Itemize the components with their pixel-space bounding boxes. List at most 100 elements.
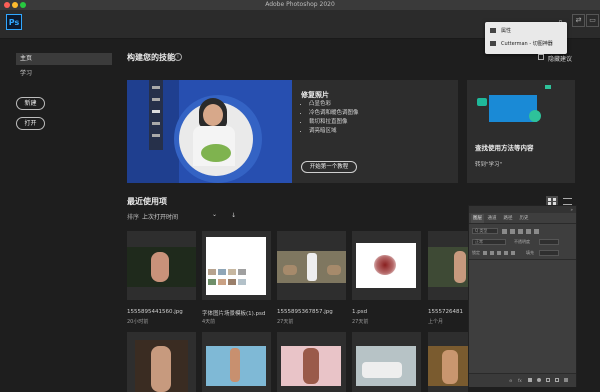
- fill-label: 填充: [526, 250, 534, 255]
- skills-title: 构建您的技能: [127, 53, 175, 62]
- tutorial-bullets: 凸显色彩 冷色调和暖色调图像 裁切和拉直图像 调亮暗区域: [297, 100, 359, 136]
- file-thumbnail[interactable]: [428, 231, 468, 300]
- file-modified: 上个月: [428, 319, 444, 325]
- file-modified: 27天前: [352, 319, 369, 325]
- link-layers-icon[interactable]: ⊖: [509, 378, 512, 383]
- panel-header[interactable]: »: [469, 206, 576, 213]
- sidebar-item-home[interactable]: 主页: [16, 53, 112, 65]
- cutterman-icon: [490, 41, 496, 46]
- layer-filter-input[interactable]: Q 类型: [472, 228, 498, 234]
- filter-adjust-icon[interactable]: [510, 229, 515, 234]
- tutorial-hero-image: [127, 80, 292, 183]
- filter-pixel-icon[interactable]: [502, 229, 507, 234]
- hero-person-face: [203, 104, 223, 126]
- file-name[interactable]: 字体图片场景模板(1).psd: [202, 309, 272, 317]
- panel-popup-menu: 属性 Cutterman - 切图神器: [485, 22, 567, 54]
- thumbnail-image: [206, 237, 266, 295]
- file-name[interactable]: 1555895367857.jpg: [277, 309, 347, 315]
- lock-artboard-icon[interactable]: [504, 251, 508, 255]
- arrange-icon[interactable]: ⇄: [572, 14, 585, 27]
- panel-collapse-icon[interactable]: »: [571, 207, 573, 212]
- mask-icon[interactable]: [528, 378, 532, 382]
- lock-pixels-icon[interactable]: [483, 251, 487, 255]
- fill-input[interactable]: [539, 250, 559, 256]
- sort-select[interactable]: 上次打开时间: [142, 212, 178, 221]
- file-name[interactable]: 1.psd: [352, 309, 422, 315]
- file-thumbnail[interactable]: [428, 332, 468, 392]
- info-icon[interactable]: i: [174, 53, 182, 61]
- tool-icon: [152, 110, 160, 113]
- learn-check-icon: [529, 110, 541, 122]
- sort-direction-button[interactable]: ↓: [231, 212, 236, 219]
- opacity-label: 不透明度: [514, 239, 530, 244]
- thumbnail-blur-shape: [374, 255, 396, 275]
- file-name[interactable]: 1555726481: [428, 309, 468, 315]
- thumbnail-subject: [442, 350, 458, 384]
- popup-item-properties[interactable]: 属性: [501, 27, 511, 34]
- lock-all-icon[interactable]: [511, 251, 515, 255]
- file-thumbnail[interactable]: [127, 332, 196, 392]
- tab-layers[interactable]: 图层: [471, 214, 484, 223]
- workspace-icon[interactable]: ▭: [586, 14, 599, 27]
- tool-icon: [152, 122, 160, 125]
- file-modified: 20小时前: [127, 319, 149, 325]
- lock-paint-icon[interactable]: [490, 251, 494, 255]
- photoshop-logo[interactable]: Ps: [6, 14, 22, 30]
- thumbnail-horse: [283, 265, 297, 275]
- lock-position-icon[interactable]: [497, 251, 501, 255]
- tool-strip: [149, 80, 163, 150]
- thumbnail-subject: [230, 348, 240, 382]
- learn-illustration-shape: [477, 98, 487, 106]
- opacity-input[interactable]: [539, 239, 559, 245]
- filter-shape-icon[interactable]: [526, 229, 531, 234]
- sidebar-item-learn[interactable]: 学习: [16, 68, 112, 80]
- thumbnail-tile: [208, 269, 216, 275]
- filter-type-icon[interactable]: [518, 229, 523, 234]
- panel-footer: ⊖ fx: [469, 373, 576, 387]
- go-to-learn-link[interactable]: 转到"学习": [475, 160, 502, 168]
- thumbnail-subject: [303, 348, 319, 384]
- tutorial-bullet: 冷色调和暖色调图像: [309, 109, 359, 118]
- file-thumbnail[interactable]: [352, 231, 421, 300]
- blend-mode-select[interactable]: 正常: [472, 239, 506, 245]
- tutorial-card[interactable]: 修复照片 凸显色彩 冷色调和暖色调图像 裁切和拉直图像 调亮暗区域 开始第一个教…: [127, 80, 458, 183]
- list-view-icon[interactable]: [563, 198, 572, 205]
- tool-icon: [152, 134, 160, 137]
- learn-card[interactable]: 查找使用方法等内容 转到"学习": [467, 80, 575, 183]
- file-thumbnail[interactable]: [352, 332, 421, 392]
- thumbnail-tile: [228, 269, 236, 275]
- tab-channels[interactable]: 通道: [485, 214, 499, 223]
- thumbnail-tile: [228, 279, 236, 285]
- file-thumbnail[interactable]: [202, 231, 271, 300]
- start-tutorial-button[interactable]: 开始第一个教程: [301, 161, 357, 173]
- file-name[interactable]: 1555895441560.jpg: [127, 309, 197, 315]
- file-thumbnail[interactable]: [277, 332, 346, 392]
- file-thumbnail[interactable]: [277, 231, 346, 300]
- adjustment-icon[interactable]: [537, 378, 541, 382]
- thumbnail-subject: [151, 346, 171, 392]
- open-button[interactable]: 打开: [16, 117, 45, 130]
- filter-smart-icon[interactable]: [534, 229, 539, 234]
- tutorial-bullet: 调亮暗区域: [309, 127, 359, 136]
- file-thumbnail[interactable]: [202, 332, 271, 392]
- thumbnail-horse: [327, 265, 341, 275]
- file-thumbnail[interactable]: [127, 231, 196, 300]
- chevron-down-icon[interactable]: ⌄: [212, 211, 217, 218]
- popup-item-cutterman[interactable]: Cutterman - 切图神器: [501, 40, 553, 47]
- trash-icon[interactable]: [564, 378, 568, 382]
- layers-panel[interactable]: » 图层 通道 路径 历史 Q 类型 正常 不透明度 锁定 填充 ⊖ fx: [468, 205, 577, 387]
- hide-suggestions-link[interactable]: 隐藏建议: [548, 54, 572, 63]
- thumbnail-subject: [151, 252, 169, 282]
- thumbnail-tile: [218, 269, 226, 275]
- recent-title: 最近使用项: [127, 197, 167, 206]
- tab-history[interactable]: 历史: [517, 214, 531, 223]
- thumbnail-tile: [218, 279, 226, 285]
- tab-paths[interactable]: 路径: [501, 214, 515, 223]
- fx-icon[interactable]: fx: [518, 378, 522, 383]
- new-layer-icon[interactable]: [555, 378, 559, 382]
- folder-icon[interactable]: [546, 378, 550, 382]
- thumbnail-tile: [238, 279, 246, 285]
- file-modified: 4天前: [202, 319, 216, 325]
- thumbnail-tile: [238, 269, 246, 275]
- new-button[interactable]: 新建: [16, 97, 45, 110]
